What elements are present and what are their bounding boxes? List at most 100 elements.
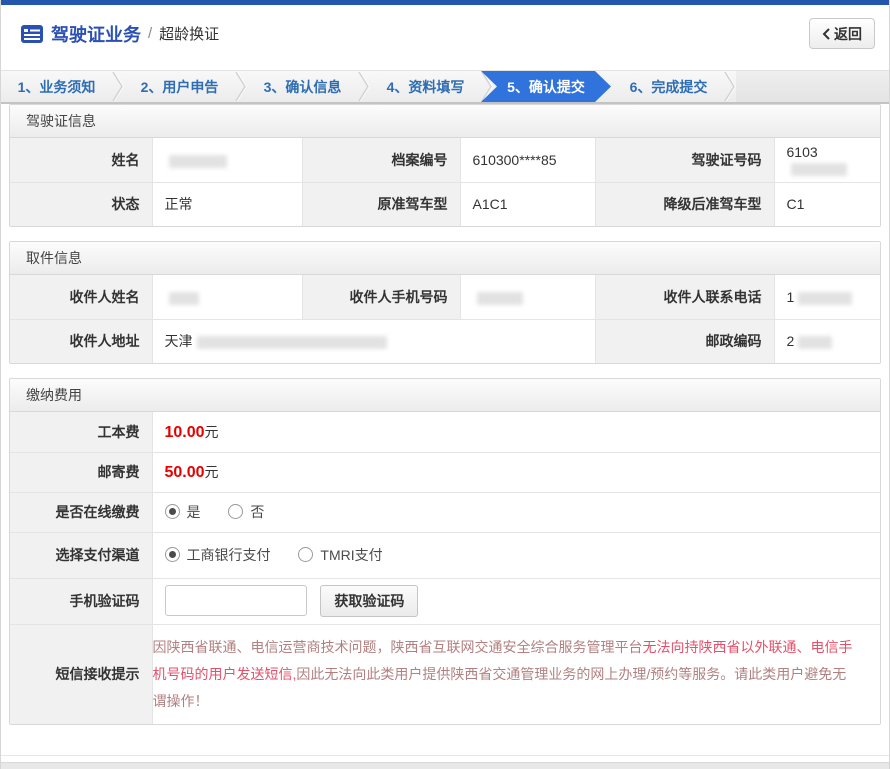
pay-channel-label: 选择支付渠道 xyxy=(10,532,152,578)
chevron-left-icon xyxy=(822,28,830,40)
cost-amount: 10.00 xyxy=(165,424,205,441)
radio-channel-tmri[interactable]: TMRI支付 xyxy=(298,545,382,565)
captcha-label: 手机验证码 xyxy=(10,578,152,624)
name-value xyxy=(152,138,302,182)
table-row: 是否在线缴费 是 否 xyxy=(10,492,880,532)
redacted-value xyxy=(791,163,847,176)
file-no-label: 档案编号 xyxy=(302,138,460,182)
zip-code-label: 邮政编码 xyxy=(595,319,774,363)
cost-unit: 元 xyxy=(205,424,219,440)
sms-notice-text: 因陕西省联通、电信运营商技术问题，陕西省互联网交通安全综合服务管理平台无法向持陕… xyxy=(152,624,880,724)
redacted-value xyxy=(798,292,852,305)
pickup-info-title: 取件信息 xyxy=(10,242,880,275)
redacted-value xyxy=(197,336,387,349)
fees-panel: 缴纳费用 工本费 10.00元 邮寄费 50.00元 是否在线缴费 是 否 选择… xyxy=(9,378,881,725)
postage-unit: 元 xyxy=(205,464,219,480)
radio-icon xyxy=(165,547,180,562)
page-title: 驾驶证业务 xyxy=(51,21,141,47)
cost-fee-label: 工本费 xyxy=(10,412,152,452)
fees-title: 缴纳费用 xyxy=(10,379,880,412)
redacted-value xyxy=(169,292,199,305)
recipient-mobile-label: 收件人手机号码 xyxy=(302,275,460,319)
redacted-value xyxy=(477,292,523,305)
recipient-phone-label: 收件人联系电话 xyxy=(595,275,774,319)
recipient-address-value: 天津 xyxy=(152,319,595,363)
step-6-complete-submit[interactable]: 6、完成提交 xyxy=(613,71,724,102)
step-progress-bar: 1、业务须知 2、用户申告 3、确认信息 4、资料填写 5、确认提交 6、完成提… xyxy=(1,70,889,104)
breadcrumb-separator: / xyxy=(148,25,152,42)
radio-online-pay-yes[interactable]: 是 xyxy=(165,502,201,522)
pay-channel-options: 工商银行支付 TMRI支付 xyxy=(152,532,880,578)
down-class-value: C1 xyxy=(774,182,880,226)
step-separator-icon xyxy=(358,70,370,103)
zip-code-value: 2 xyxy=(774,319,880,363)
license-no-label: 驾驶证号码 xyxy=(595,138,774,182)
radio-icon xyxy=(165,504,180,519)
step-3-confirm-info[interactable]: 3、确认信息 xyxy=(247,71,358,102)
radio-label: 是 xyxy=(187,502,201,522)
file-no-value: 610300****85 xyxy=(460,138,595,182)
table-row: 姓名 档案编号 610300****85 驾驶证号码 6103 xyxy=(10,138,880,182)
table-row: 短信接收提示 因陕西省联通、电信运营商技术问题，陕西省互联网交通安全综合服务管理… xyxy=(10,624,880,724)
table-row: 邮寄费 50.00元 xyxy=(10,452,880,492)
header: 驾驶证业务 / 超龄换证 返回 xyxy=(1,5,889,62)
pickup-info-panel: 取件信息 收件人姓名 收件人手机号码 收件人联系电话 1 收件人地址 天津 邮政… xyxy=(9,241,881,364)
table-row: 手机验证码 获取验证码 xyxy=(10,578,880,624)
fees-table: 工本费 10.00元 邮寄费 50.00元 是否在线缴费 是 否 选择支付渠道 … xyxy=(10,412,880,724)
license-info-title: 驾驶证信息 xyxy=(10,105,880,138)
online-pay-options: 是 否 xyxy=(152,492,880,532)
breadcrumb-current: 超龄换证 xyxy=(159,23,219,44)
recipient-name-label: 收件人姓名 xyxy=(10,275,152,319)
table-row: 状态 正常 原准驾车型 A1C1 降级后准驾车型 C1 xyxy=(10,182,880,226)
stepbar-tail xyxy=(736,71,889,102)
page: 驾驶证业务 / 超龄换证 返回 1、业务须知 2、用户申告 3、确认信息 4、资… xyxy=(0,0,890,769)
table-row: 收件人地址 天津 邮政编码 2 xyxy=(10,319,880,363)
notice-segment: 因陕西省联通、电信运营商技术问题，陕西省互联网交通安全综合服务管理平台 xyxy=(153,639,643,655)
captcha-input[interactable] xyxy=(165,585,307,616)
online-pay-label: 是否在线缴费 xyxy=(10,492,152,532)
sms-notice-label: 短信接收提示 xyxy=(10,624,152,724)
get-captcha-button[interactable]: 获取验证码 xyxy=(320,585,418,617)
form-list-icon xyxy=(21,25,43,43)
captcha-row: 获取验证码 xyxy=(152,578,880,624)
recipient-phone-value: 1 xyxy=(774,275,880,319)
radio-online-pay-no[interactable]: 否 xyxy=(228,502,264,522)
radio-channel-icbc[interactable]: 工商银行支付 xyxy=(165,545,271,565)
radio-label: 工商银行支付 xyxy=(187,545,271,565)
recipient-mobile-value xyxy=(460,275,595,319)
down-class-label: 降级后准驾车型 xyxy=(595,182,774,226)
radio-label: 否 xyxy=(250,502,264,522)
name-label: 姓名 xyxy=(10,138,152,182)
step-separator-icon xyxy=(235,70,247,103)
postage-fee-value: 50.00元 xyxy=(152,452,880,492)
cost-fee-value: 10.00元 xyxy=(152,412,880,452)
status-label: 状态 xyxy=(10,182,152,226)
back-button-label: 返回 xyxy=(834,24,862,44)
bottom-strip xyxy=(1,762,889,769)
table-row: 工本费 10.00元 xyxy=(10,412,880,452)
orig-class-label: 原准驾车型 xyxy=(302,182,460,226)
recipient-address-label: 收件人地址 xyxy=(10,319,152,363)
license-info-table: 姓名 档案编号 610300****85 驾驶证号码 6103 状态 正常 原准… xyxy=(10,138,880,226)
back-button[interactable]: 返回 xyxy=(809,18,875,49)
pickup-info-table: 收件人姓名 收件人手机号码 收件人联系电话 1 收件人地址 天津 邮政编码 2 xyxy=(10,275,880,363)
orig-class-value: A1C1 xyxy=(460,182,595,226)
step-2-user-declaration[interactable]: 2、用户申告 xyxy=(124,71,235,102)
postage-fee-label: 邮寄费 xyxy=(10,452,152,492)
step-separator-icon xyxy=(112,70,124,103)
redacted-value xyxy=(169,155,227,168)
step-4-fill-materials[interactable]: 4、资料填写 xyxy=(370,71,481,102)
recipient-name-value xyxy=(152,275,302,319)
step-5-confirm-submit[interactable]: 5、确认提交 xyxy=(481,71,611,102)
postage-amount: 50.00 xyxy=(165,464,205,481)
status-value: 正常 xyxy=(152,182,302,226)
license-no-value: 6103 xyxy=(774,138,880,182)
step-separator-icon xyxy=(724,70,736,103)
step-1-business-notes[interactable]: 1、业务须知 xyxy=(1,71,112,102)
table-row: 选择支付渠道 工商银行支付 TMRI支付 xyxy=(10,532,880,578)
radio-icon xyxy=(298,547,313,562)
redacted-value xyxy=(798,336,832,349)
radio-icon xyxy=(228,504,243,519)
radio-label: TMRI支付 xyxy=(320,545,382,565)
license-info-panel: 驾驶证信息 姓名 档案编号 610300****85 驾驶证号码 6103 状态… xyxy=(9,104,881,227)
